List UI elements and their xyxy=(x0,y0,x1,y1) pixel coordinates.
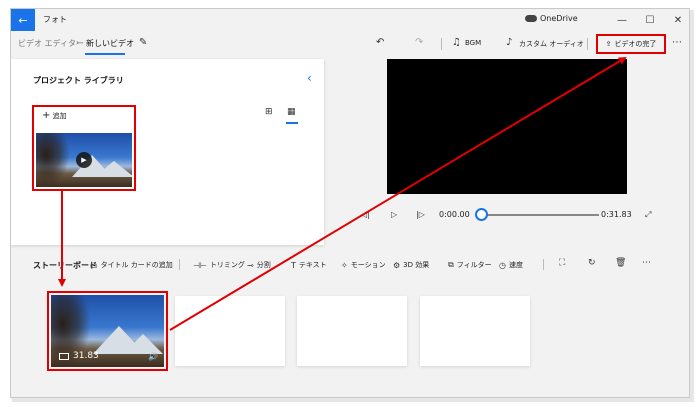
video-clip-icon xyxy=(59,352,69,360)
trim-button[interactable]: ⊣⊢ トリミング xyxy=(193,260,245,270)
bgm-button[interactable]: BGM xyxy=(465,39,481,47)
finish-video-button[interactable]: ⇪ ビデオの完了 xyxy=(596,34,666,54)
play-button-icon[interactable]: ▷ xyxy=(391,210,397,219)
undo-icon[interactable]: ↶ xyxy=(376,37,384,48)
motion-button[interactable]: ✧ モーション xyxy=(341,260,386,270)
clip-duration: 31.83 xyxy=(59,351,99,361)
finish-video-label: ビデオの完了 xyxy=(614,40,657,48)
3d-effects-button[interactable]: ⚙ 3D 効果 xyxy=(393,260,429,270)
next-frame-icon[interactable]: |▷ xyxy=(416,210,425,219)
seek-thumb[interactable] xyxy=(475,208,488,221)
filter-icon: ⧉ xyxy=(448,260,454,269)
breadcrumb-video-editor[interactable]: ビデオ エディター xyxy=(18,38,84,49)
add-media-highlight: + 追加 ▶ xyxy=(32,105,136,191)
speed-button[interactable]: ◷ 速度 xyxy=(499,260,523,270)
speed-icon: ◷ xyxy=(499,260,506,270)
app-title: フォト xyxy=(43,15,67,24)
total-time: 0:31.83 xyxy=(601,210,632,219)
view-selected-underline xyxy=(286,122,298,124)
text-button[interactable]: T テキスト xyxy=(291,260,327,270)
fullscreen-icon[interactable]: ⤢ xyxy=(645,210,651,220)
photos-window: ← フォト OneDrive — ☐ ✕ ビデオ エディター › 新しいビデオ … xyxy=(10,8,690,398)
trim-label: トリミング xyxy=(209,261,245,269)
storyboard-divider xyxy=(179,259,180,270)
add-button[interactable]: + 追加 xyxy=(42,110,67,121)
thumbnail-tree xyxy=(36,133,70,187)
minimize-button[interactable]: — xyxy=(609,9,635,31)
text-icon: T xyxy=(291,260,296,270)
previous-frame-icon[interactable]: ◁| xyxy=(361,210,370,219)
large-tiles-view-icon[interactable]: ⊞ xyxy=(265,107,273,117)
thumbnail-mountain xyxy=(94,161,132,178)
storyboard-clip-highlight: 31.83 🔊 xyxy=(47,291,168,371)
custom-audio-icon[interactable]: ♪ xyxy=(506,37,512,48)
delete-icon[interactable]: 🗑 xyxy=(615,258,626,268)
seek-bar[interactable] xyxy=(487,214,599,216)
add-title-card-label: タイトル カードの追加 xyxy=(100,261,173,269)
3d-effects-label: 3D 効果 xyxy=(403,261,430,269)
filters-label: フィルター xyxy=(456,261,492,269)
trim-icon: ⊣⊢ xyxy=(193,260,207,270)
title-bar: ← フォト OneDrive — ☐ ✕ xyxy=(11,9,689,31)
add-label: 追加 xyxy=(52,112,67,120)
grid-view-icon[interactable]: ▦ xyxy=(287,107,296,117)
cloud-icon xyxy=(525,15,537,22)
breadcrumb-separator: › xyxy=(76,38,80,47)
back-button[interactable]: ← xyxy=(11,9,35,31)
split-label: 分割 xyxy=(256,261,271,269)
video-preview[interactable] xyxy=(387,59,627,194)
rotate-icon[interactable]: ↻ xyxy=(588,258,596,268)
onedrive-label: OneDrive xyxy=(540,14,578,23)
project-library-panel: プロジェクト ライブラリ ‹ + 追加 ▶ ⊞ ▦ xyxy=(11,59,324,245)
redo-icon[interactable]: ↷ xyxy=(415,37,423,48)
more-options-icon[interactable]: ⋯ xyxy=(672,37,682,48)
add-title-card-button[interactable]: ▭ タイトル カードの追加 xyxy=(90,260,173,270)
title-card-icon: ▭ xyxy=(90,260,98,270)
empty-storyboard-slot xyxy=(420,296,530,366)
3d-effects-icon: ⚙ xyxy=(393,260,401,270)
close-icon: ✕ xyxy=(673,14,683,26)
custom-audio-button[interactable]: カスタム オーディオ xyxy=(519,39,584,49)
music-note-icon[interactable]: ♫ xyxy=(452,37,461,48)
back-arrow-icon: ← xyxy=(18,13,28,27)
edit-name-icon[interactable]: ✎ xyxy=(139,37,147,48)
toolbar-divider xyxy=(441,38,442,50)
library-thumbnail[interactable]: ▶ xyxy=(36,133,132,187)
maximize-icon: ☐ xyxy=(645,14,655,26)
breadcrumb-underline xyxy=(85,53,125,55)
share-icon: ⇪ xyxy=(605,40,612,48)
filters-button[interactable]: ⧉ フィルター xyxy=(448,260,492,270)
split-icon: ⊸ xyxy=(247,260,254,270)
clip-duration-text: 31.83 xyxy=(73,351,99,361)
volume-icon[interactable]: 🔊 xyxy=(148,352,158,361)
minimize-icon: — xyxy=(617,14,627,26)
speed-label: 速度 xyxy=(508,261,523,269)
motion-icon: ✧ xyxy=(341,260,348,270)
toolbar-divider xyxy=(587,38,588,50)
breadcrumb-current-project: 新しいビデオ xyxy=(86,39,134,48)
close-button[interactable]: ✕ xyxy=(665,9,689,31)
current-time: 0:00.00 xyxy=(439,210,470,219)
storyboard-title: ストーリーボード xyxy=(33,261,97,270)
empty-storyboard-slot xyxy=(297,296,407,366)
storyboard-clip[interactable]: 31.83 🔊 xyxy=(51,295,164,367)
text-label: テキスト xyxy=(298,261,327,269)
empty-storyboard-slot xyxy=(175,296,285,366)
onedrive-status[interactable]: OneDrive xyxy=(525,14,578,23)
resize-icon[interactable]: ⛶ xyxy=(559,258,565,268)
play-glyph: ▶ xyxy=(81,156,87,164)
plus-icon: + xyxy=(42,110,51,121)
play-icon[interactable]: ▶ xyxy=(76,152,92,168)
motion-label: モーション xyxy=(350,261,386,269)
storyboard-divider xyxy=(543,259,544,270)
storyboard-more-icon[interactable]: ⋯ xyxy=(642,258,651,268)
split-button[interactable]: ⊸ 分割 xyxy=(247,260,271,270)
project-library-title: プロジェクト ライブラリ xyxy=(33,76,124,85)
editor-toolbar: ビデオ エディター › 新しいビデオ ✎ ↶ ↷ ♫ BGM ♪ カスタム オー… xyxy=(11,31,689,57)
maximize-button[interactable]: ☐ xyxy=(637,9,663,31)
collapse-library-icon[interactable]: ‹ xyxy=(307,71,312,85)
